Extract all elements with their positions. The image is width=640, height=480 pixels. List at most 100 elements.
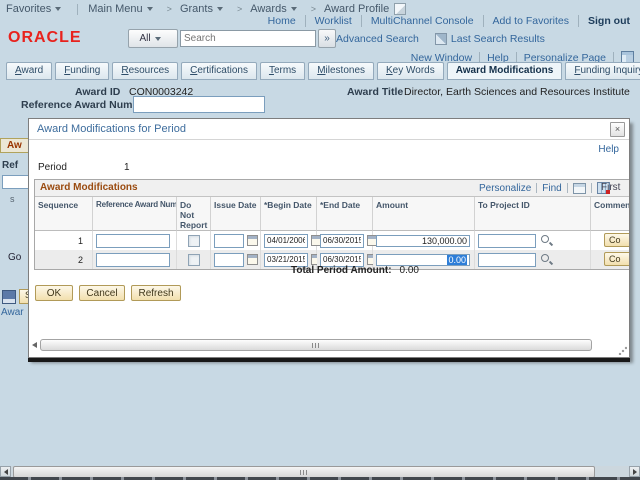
tab-resources[interactable]: Resources xyxy=(112,62,178,80)
personalize-link[interactable]: Personalize xyxy=(479,183,531,194)
sign-out-link[interactable]: Sign out xyxy=(579,15,630,27)
tab-label: Key Words xyxy=(386,65,435,76)
breadcrumb-separator: > xyxy=(311,4,316,14)
breadcrumb-main-menu[interactable]: Main Menu xyxy=(88,3,142,15)
chevron-down-icon xyxy=(217,7,223,11)
chevron-down-icon xyxy=(155,37,161,41)
add-to-favorites-link[interactable]: Add to Favorites xyxy=(484,15,579,27)
grid-toolbar: Personalize Find xyxy=(479,182,610,194)
tab-funding-inquiry[interactable]: Funding Inquiry xyxy=(565,62,640,80)
issue-date-field[interactable] xyxy=(214,234,244,248)
do-not-report-checkbox[interactable] xyxy=(188,235,200,247)
divider xyxy=(591,183,592,193)
modal-help-link[interactable]: Help xyxy=(598,144,619,155)
breadcrumb-award-profile[interactable]: Award Profile xyxy=(324,3,389,15)
refresh-button[interactable]: Refresh xyxy=(131,285,181,301)
reference-award-number-cell-field[interactable] xyxy=(96,253,170,267)
arrow-glyph xyxy=(4,469,8,475)
modal-horizontal-scrollbar[interactable] xyxy=(32,339,630,351)
oracle-logo: ORACLE xyxy=(8,29,82,47)
comment-button[interactable]: Co xyxy=(604,252,630,266)
tab-milestones[interactable]: Milestones xyxy=(308,62,374,80)
lookup-icon[interactable] xyxy=(540,234,553,247)
breadcrumb-awards[interactable]: Awards xyxy=(250,3,286,15)
calendar-icon[interactable] xyxy=(247,254,258,265)
total-period-amount-value: 0.00 xyxy=(369,265,419,276)
last-search-results-link[interactable]: Last Search Results xyxy=(451,33,545,45)
lookup-icon[interactable] xyxy=(540,253,553,266)
search-scope-dropdown[interactable]: All xyxy=(128,29,178,48)
column-header-to-project-id: To Project ID xyxy=(475,197,591,231)
chevron-down-icon xyxy=(147,7,153,11)
grid-column-headers: Sequence Reference Award Number Do Not R… xyxy=(35,197,630,231)
tab-label: Terms xyxy=(269,65,296,76)
scroll-right-icon[interactable] xyxy=(629,466,640,477)
reference-award-number-cell-field[interactable] xyxy=(96,234,170,248)
search-input[interactable] xyxy=(180,30,316,47)
column-header-end-date: *End Date xyxy=(317,197,373,231)
worklist-link[interactable]: Worklist xyxy=(306,15,362,27)
close-icon[interactable]: × xyxy=(610,122,625,137)
issue-date-field[interactable] xyxy=(214,253,244,267)
column-header-do-not-report: Do Not Report xyxy=(177,197,211,231)
do-not-report-checkbox[interactable] xyxy=(188,254,200,266)
multichannel-console-link[interactable]: MultiChannel Console xyxy=(362,15,484,27)
grip-icon xyxy=(300,470,308,475)
amount-value-selected: 0.00 xyxy=(447,255,467,265)
period-label: Period xyxy=(38,162,67,173)
tab-key-words[interactable]: Key Words xyxy=(377,62,444,80)
table-row: 1 130,000.00 Co xyxy=(35,231,630,250)
grip-icon xyxy=(312,343,320,348)
tab-label: Milestones xyxy=(317,65,365,76)
period-value: 1 xyxy=(124,162,130,173)
search-bar: All » xyxy=(128,29,336,48)
cancel-button[interactable]: Cancel xyxy=(79,285,125,301)
search-go-button[interactable]: » xyxy=(318,29,336,48)
amount-field[interactable]: 0.00 xyxy=(376,254,470,266)
arrow-glyph xyxy=(633,469,637,475)
grid-header-bar: Award Modifications Personalize Find Fir… xyxy=(35,180,630,197)
background-go-label: Go xyxy=(8,252,21,263)
breadcrumb-favorites[interactable]: Favorites xyxy=(6,3,51,15)
tab-award-modifications[interactable]: Award Modifications xyxy=(447,62,563,80)
pagination-first-label[interactable]: First xyxy=(601,182,620,193)
grid-title: Award Modifications xyxy=(40,182,138,193)
home-link[interactable]: Home xyxy=(259,15,306,27)
modal-title: Award Modifications for Period xyxy=(37,123,186,135)
tab-label: Award xyxy=(15,65,43,76)
to-project-id-field[interactable] xyxy=(478,234,536,248)
award-title-value: Director, Earth Sciences and Resources I… xyxy=(404,86,630,98)
scroll-left-icon[interactable] xyxy=(32,342,37,348)
page-horizontal-scrollbar[interactable] xyxy=(0,466,640,477)
find-link[interactable]: Find xyxy=(542,183,561,194)
scrollbar-thumb[interactable] xyxy=(40,339,592,351)
comment-button[interactable]: Co xyxy=(604,233,630,247)
award-modifications-grid: Award Modifications Personalize Find Fir… xyxy=(34,179,630,270)
breadcrumb-separator: > xyxy=(167,4,172,14)
zoom-window-icon[interactable] xyxy=(573,183,586,194)
tab-label: Funding Inquiry xyxy=(574,65,640,76)
peoplesoft-window: Favorites Main Menu > Grants > Awards > … xyxy=(0,0,640,480)
breadcrumb-page-icon[interactable] xyxy=(394,3,406,15)
tab-certifications[interactable]: Certifications xyxy=(181,62,257,80)
tab-funding[interactable]: Funding xyxy=(55,62,109,80)
calendar-icon[interactable] xyxy=(247,235,258,246)
breadcrumb: Favorites Main Menu > Grants > Awards > … xyxy=(6,3,406,15)
chevron-down-icon xyxy=(291,7,297,11)
to-project-id-field[interactable] xyxy=(478,253,536,267)
ok-button[interactable]: OK xyxy=(35,285,73,301)
end-date-field[interactable] xyxy=(320,234,364,248)
scroll-left-icon[interactable] xyxy=(0,466,11,477)
tab-terms[interactable]: Terms xyxy=(260,62,305,80)
resize-grip-icon[interactable] xyxy=(618,346,627,355)
chevron-down-icon xyxy=(55,7,61,11)
column-header-issue-date: Issue Date xyxy=(211,197,261,231)
tab-label: Certifications xyxy=(190,65,248,76)
breadcrumb-grants[interactable]: Grants xyxy=(180,3,213,15)
advanced-search-link[interactable]: Advanced Search xyxy=(336,33,419,45)
begin-date-field[interactable] xyxy=(264,234,308,248)
reference-award-number-field[interactable] xyxy=(133,96,265,113)
tab-label: Award Modifications xyxy=(456,65,554,76)
amount-field[interactable]: 130,000.00 xyxy=(376,235,470,247)
tab-award[interactable]: Award xyxy=(6,62,52,80)
